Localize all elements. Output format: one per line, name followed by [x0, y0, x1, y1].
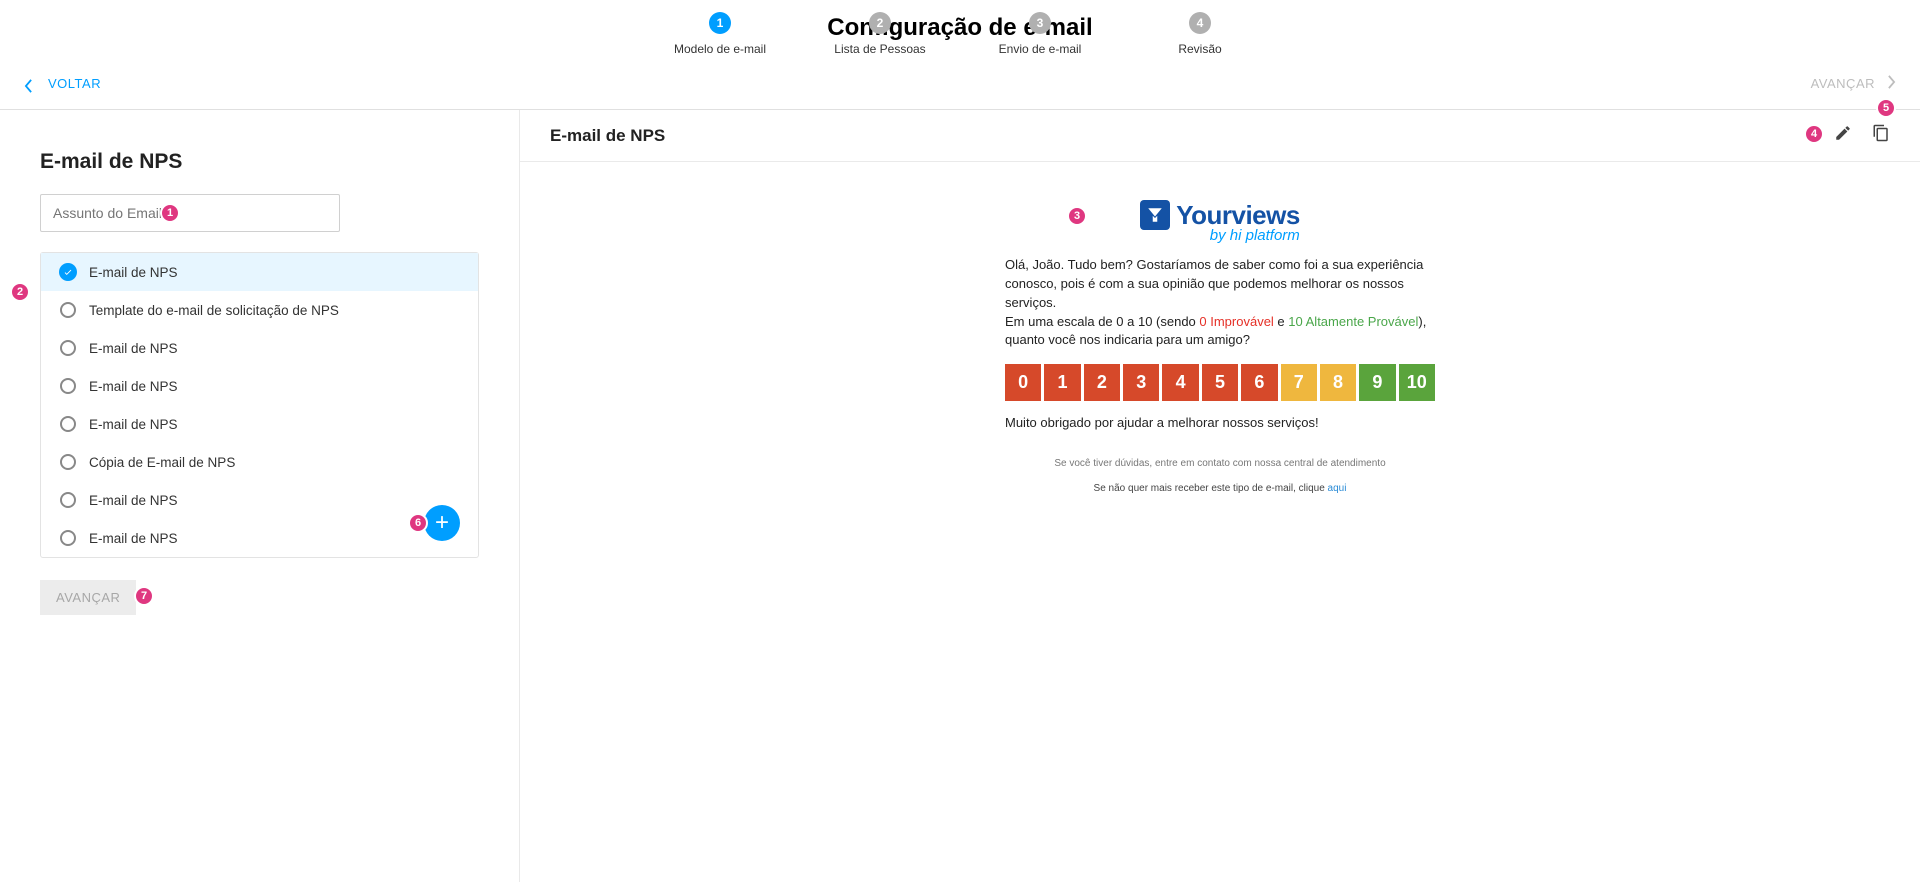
add-template-fab[interactable]: +	[424, 505, 460, 541]
advance-button[interactable]: AVANÇAR	[40, 580, 136, 615]
nps-scale: 012345678910	[1005, 364, 1435, 401]
logo-main-text: Yourviews	[1176, 200, 1300, 230]
footer-unsubscribe: Se não quer mais receber este tipo de e-…	[1005, 483, 1435, 494]
subject-input[interactable]	[40, 194, 340, 232]
template-item[interactable]: Cópia de E-mail de NPS	[41, 443, 478, 481]
template-label: E-mail de NPS	[89, 417, 178, 432]
unsubscribe-link[interactable]: aqui	[1328, 483, 1347, 494]
nps-cell-1[interactable]: 1	[1044, 364, 1080, 401]
improvavel-text: 0 Improvável	[1199, 314, 1273, 329]
callout-marker-4: 4	[1804, 124, 1824, 144]
edit-button[interactable]	[1834, 124, 1852, 142]
nps-cell-7[interactable]: 7	[1281, 364, 1317, 401]
step-label: Lista de Pessoas	[834, 42, 925, 56]
step-circle: 4	[1189, 12, 1211, 34]
thanks-text: Muito obrigado por ajudar a melhorar nos…	[1005, 415, 1435, 430]
nps-cell-0[interactable]: 0	[1005, 364, 1041, 401]
radio-checked-icon	[59, 263, 77, 281]
step-1[interactable]: 1 Modelo de e-mail	[660, 12, 780, 56]
greeting-text: Olá, João. Tudo bem? Gostaríamos de sabe…	[1005, 256, 1435, 313]
step-label: Revisão	[1178, 42, 1221, 56]
stepper: 1Modelo de e-mail2Lista de Pessoas3Envio…	[700, 12, 1220, 56]
preview-header: E-mail de NPS 4 5	[520, 110, 1920, 162]
nps-cell-5[interactable]: 5	[1202, 364, 1238, 401]
nps-cell-8[interactable]: 8	[1320, 364, 1356, 401]
left-heading: E-mail de NPS	[40, 150, 479, 174]
template-label: E-mail de NPS	[89, 379, 178, 394]
chevron-left-icon	[24, 79, 34, 89]
step-circle: 2	[869, 12, 891, 34]
right-panel: E-mail de NPS 4 5 3	[520, 110, 1920, 882]
preview-body-scroll[interactable]: 3 Yourviews by hi platform Olá, João. Tu…	[520, 162, 1920, 882]
copy-button[interactable]	[1872, 124, 1890, 142]
step-2[interactable]: 2 Lista de Pessoas	[820, 12, 940, 56]
scale-text: Em uma escala de 0 a 10 (sendo 0 Imprová…	[1005, 313, 1435, 351]
back-button[interactable]: VOLTAR	[24, 76, 101, 91]
logo-mark-icon	[1140, 200, 1170, 230]
template-label: E-mail de NPS	[89, 341, 178, 356]
radio-empty-icon	[59, 339, 77, 357]
radio-empty-icon	[59, 377, 77, 395]
radio-empty-icon	[59, 491, 77, 509]
provavel-text: 10 Altamente Provável	[1288, 314, 1418, 329]
nps-cell-10[interactable]: 10	[1399, 364, 1435, 401]
radio-empty-icon	[59, 453, 77, 471]
step-label: Envio de e-mail	[999, 42, 1082, 56]
footer-contact: Se você tiver dúvidas, entre em contato …	[1005, 458, 1435, 469]
callout-marker-6: 6	[408, 513, 428, 533]
template-label: Template do e-mail de solicitação de NPS	[89, 303, 339, 318]
template-item[interactable]: E-mail de NPS	[41, 405, 478, 443]
callout-marker-3: 3	[1067, 206, 1087, 226]
forward-button[interactable]: AVANÇAR	[1811, 75, 1896, 92]
step-label: Modelo de e-mail	[674, 42, 766, 56]
template-label: E-mail de NPS	[89, 265, 178, 280]
copy-icon	[1872, 124, 1890, 142]
callout-marker-2: 2	[10, 282, 30, 302]
template-label: Cópia de E-mail de NPS	[89, 455, 235, 470]
pencil-icon	[1834, 124, 1852, 142]
preview-title: E-mail de NPS	[550, 126, 665, 146]
logo: 3 Yourviews by hi platform	[1005, 182, 1435, 256]
step-circle: 1	[709, 12, 731, 34]
template-item[interactable]: Template do e-mail de solicitação de NPS	[41, 291, 478, 329]
nps-cell-9[interactable]: 9	[1359, 364, 1395, 401]
callout-marker-5: 5	[1876, 98, 1896, 118]
topbar: VOLTAR 1Modelo de e-mail2Lista de Pessoa…	[0, 58, 1920, 110]
callout-marker-7: 7	[134, 586, 154, 606]
template-label: E-mail de NPS	[89, 493, 178, 508]
nps-cell-6[interactable]: 6	[1241, 364, 1277, 401]
main-content: E-mail de NPS 1 2 E-mail de NPS Template …	[0, 110, 1920, 882]
step-circle: 3	[1029, 12, 1051, 34]
chevron-right-icon	[1887, 75, 1896, 92]
plus-icon: +	[435, 509, 449, 537]
email-body: 3 Yourviews by hi platform Olá, João. Tu…	[1005, 182, 1435, 494]
nps-cell-4[interactable]: 4	[1162, 364, 1198, 401]
nps-cell-2[interactable]: 2	[1084, 364, 1120, 401]
template-label: E-mail de NPS	[89, 531, 178, 546]
template-item[interactable]: E-mail de NPS	[41, 253, 478, 291]
step-4[interactable]: 4 Revisão	[1140, 12, 1260, 56]
radio-empty-icon	[59, 529, 77, 547]
template-item[interactable]: E-mail de NPS	[41, 329, 478, 367]
template-list: E-mail de NPS Template do e-mail de solic…	[40, 252, 479, 558]
nps-cell-3[interactable]: 3	[1123, 364, 1159, 401]
preview-actions: 4 5	[1834, 124, 1890, 147]
forward-label: AVANÇAR	[1811, 76, 1875, 91]
back-label: VOLTAR	[48, 76, 101, 91]
radio-empty-icon	[59, 301, 77, 319]
callout-marker-1: 1	[160, 203, 180, 223]
template-item[interactable]: E-mail de NPS	[41, 367, 478, 405]
left-panel: E-mail de NPS 1 2 E-mail de NPS Template …	[0, 110, 520, 882]
step-3[interactable]: 3 Envio de e-mail	[980, 12, 1100, 56]
radio-empty-icon	[59, 415, 77, 433]
